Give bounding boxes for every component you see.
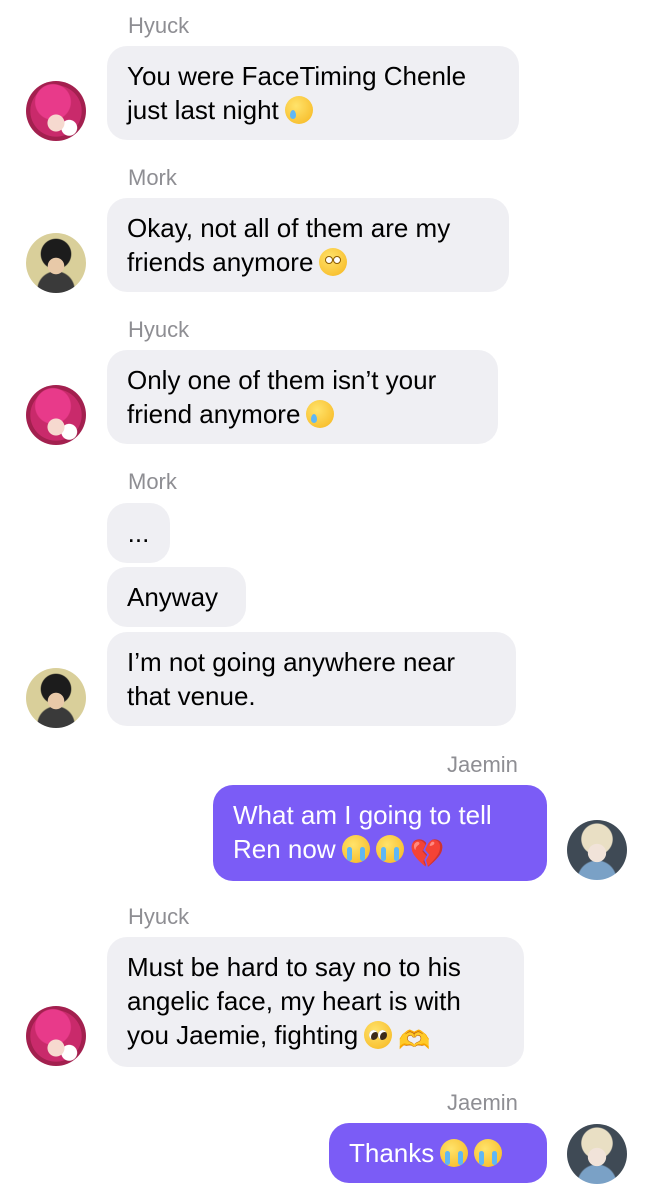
message-text: Only one of them isn’t your <box>127 365 437 395</box>
message-bubble[interactable]: Must be hard to say no to his angelic fa… <box>107 937 524 1067</box>
message-text-line: just last night <box>127 93 499 127</box>
pleading-face-emoji-icon <box>364 1021 393 1049</box>
avatar-hyuck[interactable] <box>26 81 86 141</box>
broken-heart-emoji-icon: 💔 <box>409 838 445 869</box>
smiling-tear-emoji-icon <box>284 96 313 124</box>
message-text: Anyway <box>127 582 219 612</box>
message-bubble[interactable]: I’m not going anywhere near that venue. <box>107 632 516 726</box>
eye-roll-emoji-icon <box>319 248 348 276</box>
message-text-line: friends anymore <box>127 245 489 279</box>
loudly-crying-emoji-icon <box>440 1139 469 1167</box>
loudly-crying-emoji-icon <box>375 835 404 863</box>
sender-name: Mork <box>128 165 177 190</box>
avatar-hyuck[interactable] <box>26 385 86 445</box>
heart-hands-emoji-icon: 🫶 <box>398 1025 431 1055</box>
message-text-line: Thanks <box>349 1136 527 1170</box>
avatar-jaemin[interactable] <box>567 1124 627 1184</box>
message-bubble[interactable]: What am I going to tell Ren now 💔 <box>213 785 547 881</box>
message-text: Okay, not all of them are my <box>127 213 451 243</box>
sender-name: Hyuck <box>128 904 190 929</box>
message-bubble[interactable]: Okay, not all of them are my friends any… <box>107 198 509 292</box>
avatar-mork[interactable] <box>26 233 86 293</box>
message-text-line: that venue. <box>127 681 256 711</box>
avatar-jaemin[interactable] <box>567 820 627 880</box>
loudly-crying-emoji-icon <box>474 1139 503 1167</box>
message-text: I’m not going anywhere near <box>127 647 456 677</box>
message-text-line: Ren now 💔 <box>233 834 445 869</box>
message-text: What am I going to tell <box>233 800 492 830</box>
message-text-line: friend anymore <box>127 397 478 431</box>
sender-name: Jaemin <box>447 752 518 777</box>
message-text-line: you Jaemie, fighting 🫶 <box>127 1020 431 1055</box>
avatar-hyuck[interactable] <box>26 1006 86 1066</box>
sender-name: Mork <box>128 469 177 494</box>
message-bubble[interactable]: ... <box>107 503 170 563</box>
sender-name: Jaemin <box>447 1090 518 1115</box>
sender-name: Hyuck <box>128 317 190 342</box>
message-text: You were FaceTiming Chenle <box>127 61 467 91</box>
message-bubble[interactable]: You were FaceTiming Chenle just last nig… <box>107 46 519 140</box>
message-bubble[interactable]: Anyway <box>107 567 246 627</box>
message-text: ... <box>127 518 150 548</box>
smiling-tear-emoji-icon <box>306 400 335 428</box>
message-bubble[interactable]: Only one of them isn’t your friend anymo… <box>107 350 498 444</box>
message-bubble[interactable]: Thanks <box>329 1123 547 1183</box>
message-text: Must be hard to say no to his <box>127 952 461 982</box>
message-text-line: angelic face, my heart is with <box>127 986 461 1016</box>
loudly-crying-emoji-icon <box>341 835 370 863</box>
sender-name: Hyuck <box>128 13 190 38</box>
avatar-mork[interactable] <box>26 668 86 728</box>
